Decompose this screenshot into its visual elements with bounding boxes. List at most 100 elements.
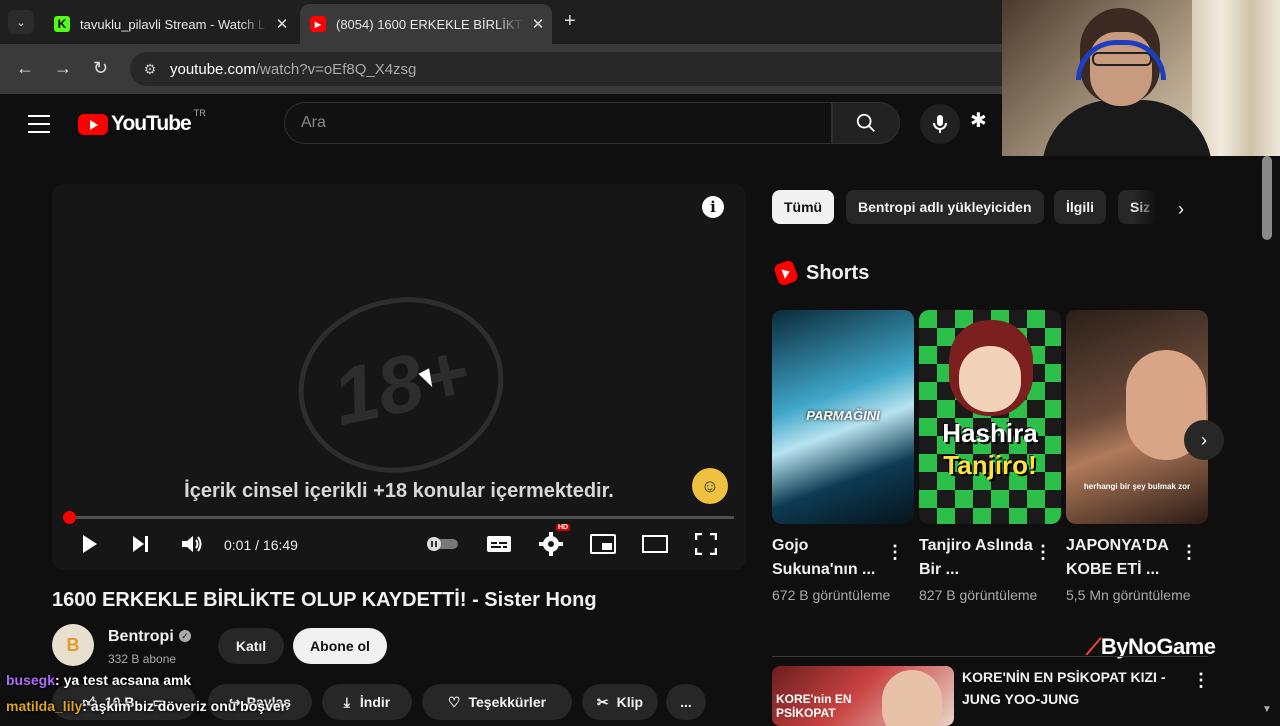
short-title[interactable]: Gojo Sukuna'nın ... xyxy=(772,534,890,582)
subtitles-icon xyxy=(487,536,511,552)
miniplayer-icon xyxy=(590,534,616,554)
chat-message: matilda_lily: aşkim biz döveriz onu boşv… xyxy=(6,698,286,714)
angel-emoji-icon: ☺ xyxy=(692,468,728,504)
video-title: 1600 ERKEKLE BİRLİKTE OLUP KAYDETTİ! - S… xyxy=(52,589,597,611)
video-thumbnail[interactable]: KORE'nin EN PSİKOPAT xyxy=(772,666,954,726)
chat-message: busegk: ya test acsana amk xyxy=(6,672,191,688)
scroll-down-arrow-icon[interactable]: ▼ xyxy=(1262,704,1272,715)
scrollbar-thumb[interactable] xyxy=(1262,156,1272,240)
close-tab-icon[interactable]: ✕ xyxy=(268,15,296,33)
youtube-play-icon xyxy=(78,113,108,135)
chevron-right-icon[interactable]: › xyxy=(1168,196,1194,222)
volume-icon xyxy=(182,536,202,552)
more-vert-icon[interactable]: ⋮ xyxy=(1034,542,1052,562)
theater-mode-button[interactable] xyxy=(642,532,668,556)
logo-wordmark: YouTube xyxy=(111,112,192,135)
more-vert-icon[interactable]: ⋮ xyxy=(1192,670,1210,690)
kick-icon: K xyxy=(54,16,70,32)
subscribe-button[interactable]: Abone ol xyxy=(293,628,387,664)
video-player[interactable]: i 18+ İçerik cinsel içerikli +18 konular… xyxy=(52,184,746,570)
play-icon xyxy=(83,535,97,553)
volume-button[interactable] xyxy=(180,532,204,556)
time-display: 0:01 / 16:49 xyxy=(224,537,298,553)
age-restriction-badge: 18+ xyxy=(282,278,520,492)
next-icon xyxy=(133,536,148,552)
new-tab-button[interactable]: + xyxy=(564,10,576,33)
short-views: 827 B görüntüleme xyxy=(919,587,1038,603)
scrubber-handle[interactable] xyxy=(63,511,76,524)
search-icon xyxy=(856,113,875,132)
autoplay-toggle[interactable] xyxy=(424,532,460,556)
progress-bar[interactable] xyxy=(63,511,734,524)
download-icon: ⤓ xyxy=(343,693,350,710)
forward-arrow-icon[interactable]: → xyxy=(54,58,72,79)
thanks-button[interactable]: ♡ Teşekkürler xyxy=(422,684,572,720)
gear-icon xyxy=(539,532,563,556)
chat-username: matilda_lily xyxy=(6,698,83,714)
chip-for-you[interactable]: Siz xyxy=(1118,190,1158,224)
fullscreen-icon xyxy=(695,533,717,555)
join-button[interactable]: Katıl xyxy=(218,628,284,664)
shorts-next-button[interactable]: › xyxy=(1184,420,1224,460)
chat-text: : ya test acsana amk xyxy=(55,672,192,688)
more-actions-button[interactable]: ... xyxy=(666,684,706,720)
settings-button[interactable]: HD xyxy=(538,524,571,556)
short-thumbnail[interactable]: PARMAĞINI xyxy=(772,310,914,524)
browser-tab-kick[interactable]: K tavuklu_pilavli Stream - Watch L ✕ xyxy=(44,4,296,44)
youtube-logo[interactable]: YouTube TR xyxy=(78,108,206,136)
hd-badge: HD xyxy=(556,524,571,531)
tab-search-dropdown-icon[interactable]: ⌄ xyxy=(8,10,34,34)
short-thumbnail[interactable]: Hashira Tanjiro! xyxy=(919,310,1061,524)
subscriber-count: 332 B abone xyxy=(108,652,177,666)
microphone-icon xyxy=(933,115,947,133)
short-title[interactable]: JAPONYA'DA KOBE ETİ ... xyxy=(1066,534,1184,582)
channel-avatar[interactable]: B xyxy=(52,624,94,666)
country-code: TR xyxy=(193,108,206,118)
url-text: youtube.com/watch?v=oEf8Q_X4zsg xyxy=(170,60,417,78)
fullscreen-button[interactable] xyxy=(694,532,718,556)
search-button[interactable] xyxy=(832,102,900,144)
theater-icon xyxy=(642,535,668,553)
short-views: 5,5 Mn görüntüleme xyxy=(1066,587,1191,603)
download-button[interactable]: ⤓ İndir xyxy=(322,684,412,720)
more-vert-icon[interactable]: ⋮ xyxy=(886,542,904,562)
info-icon[interactable]: i xyxy=(702,196,724,218)
scissors-icon: ✂ xyxy=(596,693,609,710)
site-info-icon[interactable]: ⚙ xyxy=(130,61,170,78)
back-arrow-icon[interactable]: ← xyxy=(16,58,34,79)
next-button[interactable] xyxy=(130,532,152,556)
short-views: 672 B görüntüleme xyxy=(772,587,891,603)
tab-title: tavuklu_pilavli Stream - Watch L xyxy=(80,16,266,32)
channel-name[interactable]: Bentropi xyxy=(108,628,174,646)
clip-button[interactable]: ✂ Klip xyxy=(582,684,658,720)
search-input[interactable]: Ara xyxy=(284,102,832,144)
reload-icon[interactable]: ↻ xyxy=(93,58,108,79)
shorts-heading: Shorts xyxy=(806,262,870,284)
chat-username: busegk xyxy=(6,672,56,688)
subtitles-button[interactable] xyxy=(486,532,512,556)
create-icon[interactable]: ✱ xyxy=(970,108,987,133)
verified-icon: ✓ xyxy=(179,630,191,642)
short-thumbnail[interactable]: herhangi bir şey bulmak zor xyxy=(1066,310,1208,524)
menu-icon[interactable] xyxy=(28,115,50,133)
more-vert-icon[interactable]: ⋮ xyxy=(1180,542,1198,562)
short-title[interactable]: Tanjiro Aslında Bir ... xyxy=(919,534,1037,582)
chat-text: : aşkim biz döveriz onu boşver xyxy=(82,698,287,714)
voice-search-button[interactable] xyxy=(920,104,960,144)
close-tab-icon[interactable]: ✕ xyxy=(524,15,552,33)
tab-title: (8054) 1600 ERKEKLE BİRLİKTE O xyxy=(336,16,524,32)
video-title-link[interactable]: KORE'NİN EN PSİKOPAT KIZI - JUNG YOO-JUN… xyxy=(962,666,1172,710)
streamer-webcam xyxy=(1002,0,1280,156)
chip-all[interactable]: Tümü xyxy=(772,190,835,224)
play-button[interactable] xyxy=(80,532,100,556)
miniplayer-button[interactable] xyxy=(590,532,616,556)
browser-tab-youtube[interactable]: ▶ (8054) 1600 ERKEKLE BİRLİKTE O ✕ xyxy=(300,4,552,44)
content-warning: İçerik cinsel içerikli +18 konular içerm… xyxy=(184,480,614,502)
shorts-icon xyxy=(772,259,800,287)
chip-from-uploader[interactable]: Bentropi adlı yükleyiciden xyxy=(846,190,1044,224)
thanks-heart-icon: ♡ xyxy=(447,693,461,710)
divider xyxy=(772,656,1208,657)
chip-related[interactable]: İlgili xyxy=(1054,190,1106,224)
youtube-icon: ▶ xyxy=(310,16,326,32)
autoplay-icon xyxy=(427,537,458,551)
